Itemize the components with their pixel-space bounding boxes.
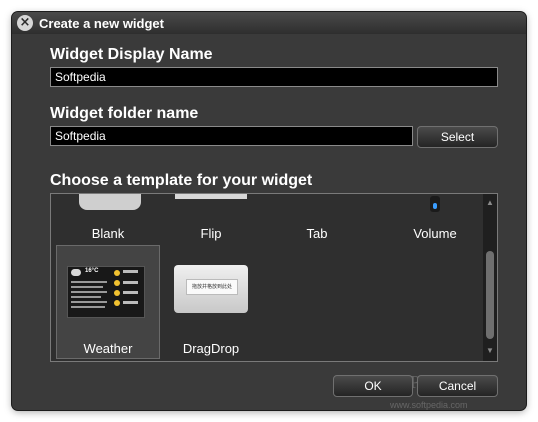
sun-icon	[114, 300, 120, 306]
template-flip-label[interactable]: Flip	[161, 226, 261, 241]
folder-name-input[interactable]	[50, 126, 413, 146]
gallery-scrollbar[interactable]: ▲ ▼	[483, 194, 497, 361]
scroll-up-icon[interactable]: ▲	[483, 196, 497, 210]
display-name-input[interactable]	[50, 67, 498, 87]
template-label: Choose a template for your widget	[50, 172, 313, 189]
weather-temp: 16°C	[85, 268, 99, 274]
window-title: Create a new widget	[39, 16, 164, 31]
weather-thumbnail[interactable]: 16°C	[67, 266, 145, 318]
template-gallery: Blank Flip Tab Volume 16°C Weather 拖放并格放…	[50, 193, 498, 362]
template-blank-label[interactable]: Blank	[58, 226, 158, 241]
volume-knob-icon	[433, 203, 437, 209]
template-tab-label[interactable]: Tab	[267, 226, 367, 241]
flip-thumbnail[interactable]	[175, 194, 247, 199]
cloud-icon	[71, 269, 81, 276]
select-button[interactable]: Select	[417, 126, 498, 148]
scroll-down-icon[interactable]: ▼	[483, 344, 497, 358]
dialog-window: × Create a new widget Widget Display Nam…	[12, 12, 526, 410]
title-bar: × Create a new widget	[12, 12, 526, 34]
template-weather-label[interactable]: Weather	[58, 341, 158, 356]
template-dragdrop-label[interactable]: DragDrop	[161, 341, 261, 356]
dragdrop-thumb-text: 拖放并格放到此处	[186, 279, 238, 295]
sun-icon	[114, 270, 120, 276]
sun-icon	[114, 280, 120, 286]
display-name-label: Widget Display Name	[50, 46, 213, 63]
dragdrop-thumbnail[interactable]: 拖放并格放到此处	[174, 265, 248, 313]
volume-thumbnail[interactable]	[430, 196, 440, 212]
close-icon[interactable]: ×	[17, 15, 33, 31]
scrollbar-thumb[interactable]	[486, 251, 494, 339]
ok-button[interactable]: OK	[333, 375, 413, 397]
softpedia-watermark-url: www.softpedia.com	[390, 400, 468, 410]
blank-thumbnail[interactable]	[79, 194, 141, 210]
template-volume-label[interactable]: Volume	[385, 226, 485, 241]
sun-icon	[114, 290, 120, 296]
cancel-button[interactable]: Cancel	[417, 375, 498, 397]
folder-name-label: Widget folder name	[50, 105, 199, 122]
